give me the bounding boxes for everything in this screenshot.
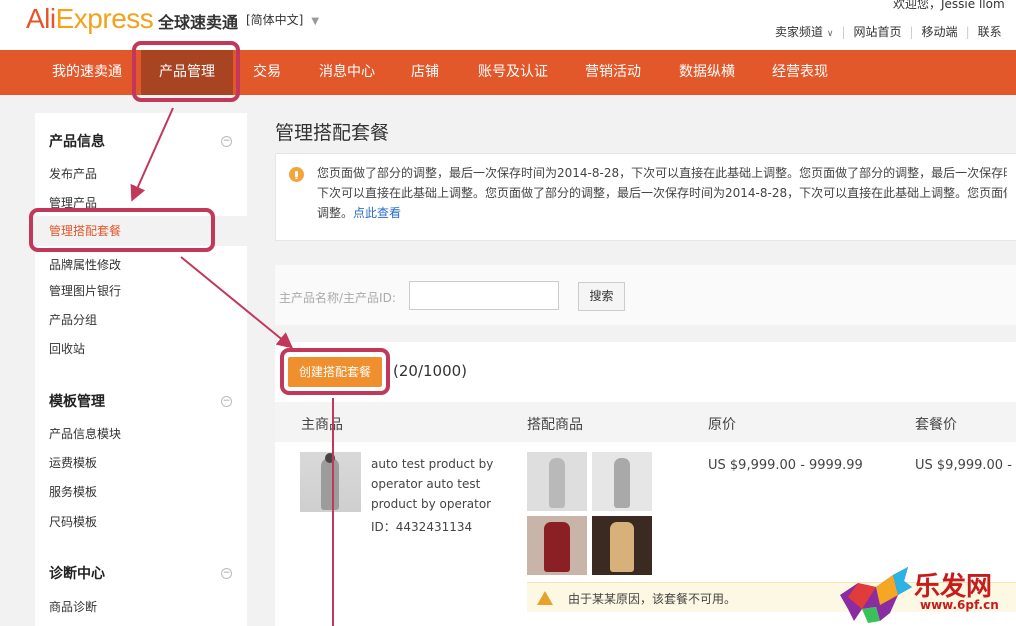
table-header: 主商品 搭配商品 原价 套餐价 <box>275 402 1016 442</box>
collapse-icon[interactable]: − <box>221 568 232 579</box>
sidebar-item-publish[interactable]: 发布产品 <box>49 165 97 182</box>
nav-performance[interactable]: 经营表现 <box>772 50 828 95</box>
view-details-link[interactable]: 点此查看 <box>353 206 401 220</box>
collapse-icon[interactable]: − <box>221 136 232 147</box>
divider: | <box>841 25 846 39</box>
sidebar-section-title: 产品信息 <box>49 134 105 150</box>
bundle-product-image[interactable] <box>592 516 652 575</box>
watermark: 乐发网 www.6pf.cn <box>838 563 1016 626</box>
nav-account[interactable]: 账号及认证 <box>478 50 548 95</box>
watermark-animal-logo <box>840 567 912 623</box>
product-figure <box>321 458 339 510</box>
nav-trade[interactable]: 交易 <box>253 50 281 95</box>
seller-channel-link[interactable]: 卖家频道 ∨ <box>775 23 833 40</box>
top-links: 卖家频道 ∨ | 网站首页 | 移动端 | 联系 <box>775 23 1002 40</box>
column-package-price: 套餐价 <box>915 417 957 433</box>
page-title: 管理搭配套餐 <box>275 122 390 144</box>
thumb-figure <box>544 522 570 572</box>
sidebar: 产品信息 − 发布产品 管理产品 管理搭配套餐 品牌属性修改 管理图片银行 产品… <box>35 113 247 626</box>
language-label: [简体中文] <box>246 13 304 27</box>
collapse-icon[interactable]: − <box>221 396 232 407</box>
highlight-frame-create <box>280 348 390 395</box>
sidebar-item-diagnosis[interactable]: 商品诊断 <box>49 598 97 615</box>
search-input[interactable] <box>409 281 559 310</box>
sidebar-section-title: 诊断中心 <box>49 566 105 582</box>
main-product-image[interactable] <box>300 452 361 512</box>
watermark-url: www.6pf.cn <box>920 598 999 612</box>
logo-cn-text: 全球速卖通 <box>158 13 239 32</box>
notice-box: 您页面做了部分的调整，最后一次保存时间为2014-8-28，下次可以直接在此基础… <box>275 153 1016 241</box>
nav-messages[interactable]: 消息中心 <box>319 50 375 95</box>
sidebar-item-recycle-bin[interactable]: 回收站 <box>49 340 85 357</box>
sidebar-item-shipping-template[interactable]: 运费模板 <box>49 454 97 471</box>
notice-line-text: 调整。 <box>317 206 354 220</box>
package-price: US $9,999.00 - <box>915 458 1012 473</box>
sidebar-item-image-bank[interactable]: 管理图片银行 <box>49 282 121 299</box>
thumb-figure <box>549 458 565 508</box>
bundle-product-image[interactable] <box>527 452 587 511</box>
notice-text: 您页面做了部分的调整，最后一次保存时间为2014-8-28，下次可以直接在此基础… <box>317 163 1007 235</box>
highlight-frame-nav <box>132 41 240 102</box>
thumb-figure <box>610 522 634 572</box>
nav-my-aliexpress[interactable]: 我的速卖通 <box>52 50 122 95</box>
divider: | <box>965 25 970 39</box>
lightbulb-icon <box>289 167 304 182</box>
warning-icon <box>537 591 553 605</box>
nav-data[interactable]: 数据纵横 <box>679 50 735 95</box>
highlight-frame-sidebar <box>29 208 215 252</box>
divider: | <box>909 25 914 39</box>
sidebar-item-size-template[interactable]: 尺码模板 <box>49 513 97 530</box>
seller-channel-label: 卖家频道 <box>775 25 824 39</box>
column-bundle-products: 搭配商品 <box>527 417 583 433</box>
mobile-link[interactable]: 移动端 <box>922 23 958 40</box>
contact-link[interactable]: 联系 <box>978 23 1002 40</box>
nav-marketing[interactable]: 营销活动 <box>585 50 641 95</box>
aliexpress-logo[interactable]: AliExpress <box>26 3 154 34</box>
bundle-product-image[interactable] <box>527 516 587 575</box>
sidebar-item-service-template[interactable]: 服务模板 <box>49 483 97 500</box>
sidebar-item-brand-attributes[interactable]: 品牌属性修改 <box>49 256 121 273</box>
column-original-price: 原价 <box>708 417 736 433</box>
notice-line: 下次可以直接在此基础上调整。您页面做了部分的调整，最后一次保存时间为2014-8… <box>317 186 1007 200</box>
sidebar-item-info-module[interactable]: 产品信息模块 <box>49 425 121 442</box>
product-id: ID：4432431134 <box>371 520 473 534</box>
column-main-product: 主商品 <box>301 417 343 433</box>
notice-line: 调整。点此查看 <box>317 203 1007 223</box>
product-figure-head <box>325 453 335 463</box>
bundle-product-image[interactable] <box>592 452 652 511</box>
logo-text-ali: Ali <box>26 3 56 34</box>
search-bar: 主产品名称/主产品ID: 搜索 <box>275 265 1016 325</box>
search-label: 主产品名称/主产品ID: <box>279 291 396 305</box>
product-name[interactable]: auto test product by operator auto test … <box>371 454 506 514</box>
notice-line: 您页面做了部分的调整，最后一次保存时间为2014-8-28，下次可以直接在此基础… <box>317 166 1007 180</box>
search-button[interactable]: 搜索 <box>578 282 625 311</box>
chevron-down-icon: ∨ <box>826 29 834 39</box>
welcome-text: 欢迎您，Jessie llom <box>893 0 1005 11</box>
bundle-count: (20/1000) <box>393 362 468 380</box>
nav-store[interactable]: 店铺 <box>411 50 439 95</box>
sidebar-section-title: 模板管理 <box>49 394 105 410</box>
logo-text-express: Express <box>55 3 154 34</box>
sidebar-item-groups[interactable]: 产品分组 <box>49 311 97 328</box>
thumb-figure <box>614 458 630 508</box>
chevron-down-icon: ▼ <box>311 16 320 27</box>
language-select[interactable]: [简体中文] ▼ <box>246 11 319 28</box>
home-link[interactable]: 网站首页 <box>853 23 901 40</box>
original-price: US $9,999.00 - 9999.99 <box>708 458 863 473</box>
warning-text: 由于某某原因，该套餐不可用。 <box>568 592 737 606</box>
